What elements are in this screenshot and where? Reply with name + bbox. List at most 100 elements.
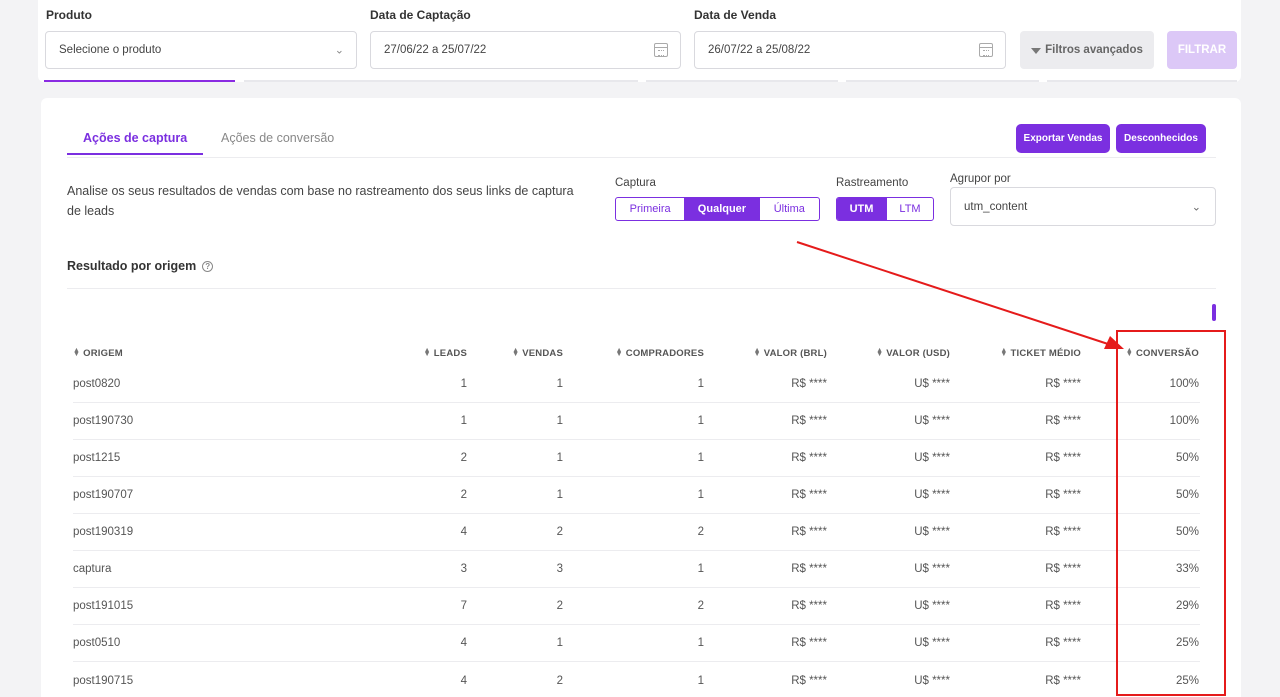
cell-vendas: 3 bbox=[556, 563, 563, 575]
column-header-valor-brl[interactable]: ▲ ▼ VALOR (BRL) bbox=[754, 340, 827, 366]
cell-valor-usd: U$ **** bbox=[914, 563, 950, 575]
advanced-filters-label: Filtros avançados bbox=[1045, 44, 1143, 56]
cell-compradores: 1 bbox=[697, 674, 704, 687]
cell-leads: 7 bbox=[460, 600, 467, 612]
column-header-compradores[interactable]: ▲ ▼ COMPRADORES bbox=[616, 340, 704, 366]
cell-vendas: 1 bbox=[556, 637, 563, 649]
column-header-valor-usd[interactable]: ▲ ▼ VALOR (USD) bbox=[876, 340, 950, 366]
cell-ticket-medio: R$ **** bbox=[1045, 637, 1081, 649]
table-row[interactable]: post190715 4 2 1 R$ **** U$ **** R$ **** 25% bbox=[73, 662, 1200, 697]
cell-leads: 4 bbox=[460, 637, 467, 649]
cell-origem: post190730 bbox=[73, 415, 134, 427]
cell-valor-brl: R$ **** bbox=[791, 415, 827, 427]
cell-compradores: 1 bbox=[697, 489, 704, 501]
cell-valor-usd: U$ **** bbox=[914, 600, 950, 612]
rastreamento-option-ltm[interactable]: LTM bbox=[887, 198, 933, 220]
table-row[interactable]: post191015 7 2 2 R$ **** U$ **** R$ **** 29% bbox=[73, 588, 1200, 625]
export-sales-button[interactable]: Exportar Vendas bbox=[1016, 124, 1110, 153]
produto-select[interactable]: Selecione o produto ⌄ bbox=[45, 31, 357, 69]
cell-valor-usd: U$ **** bbox=[914, 674, 950, 687]
venda-value: 26/07/22 a 25/08/22 bbox=[708, 44, 811, 56]
chevron-down-icon: ⌄ bbox=[334, 44, 344, 57]
captura-option-qualquer[interactable]: Qualquer bbox=[685, 198, 760, 220]
agrupor-value: utm_content bbox=[964, 200, 1028, 213]
cell-valor-usd: U$ **** bbox=[914, 637, 950, 649]
cell-compradores: 1 bbox=[697, 563, 704, 575]
table-row[interactable]: captura 3 3 1 R$ **** U$ **** R$ **** 33% bbox=[73, 551, 1200, 588]
cell-valor-brl: R$ **** bbox=[791, 452, 827, 464]
tab-acoes-conversao[interactable]: Ações de conversão bbox=[205, 123, 350, 155]
cell-ticket-medio: R$ **** bbox=[1045, 600, 1081, 612]
calendar-icon[interactable] bbox=[979, 43, 993, 57]
table-row[interactable]: post1215 2 1 1 R$ **** U$ **** R$ **** 50% bbox=[73, 440, 1200, 477]
cell-valor-brl: R$ **** bbox=[791, 637, 827, 649]
captacao-date-input[interactable]: 27/06/22 a 25/07/22 bbox=[370, 31, 681, 69]
cell-vendas: 1 bbox=[556, 489, 563, 501]
cell-ticket-medio: R$ **** bbox=[1045, 378, 1081, 390]
agrupor-label: Agrupor por bbox=[950, 173, 1011, 185]
section-divider bbox=[67, 288, 1216, 289]
cell-compradores: 1 bbox=[697, 637, 704, 649]
cell-vendas: 1 bbox=[556, 378, 563, 390]
captacao-label: Data de Captação bbox=[370, 8, 471, 22]
active-tab-indicator bbox=[44, 78, 235, 82]
unknown-button[interactable]: Desconhecidos bbox=[1116, 124, 1206, 153]
tab-indicator bbox=[244, 78, 638, 82]
captura-option-primeira[interactable]: Primeira bbox=[616, 198, 686, 220]
cell-origem: post191015 bbox=[73, 600, 134, 612]
tab-acoes-captura[interactable]: Ações de captura bbox=[67, 123, 204, 155]
filter-funnel-icon bbox=[1031, 48, 1042, 54]
cell-compradores: 2 bbox=[697, 526, 704, 538]
cell-ticket-medio: R$ **** bbox=[1045, 489, 1081, 501]
cell-vendas: 2 bbox=[556, 674, 563, 687]
table-row[interactable]: post190707 2 1 1 R$ **** U$ **** R$ **** 50% bbox=[73, 477, 1200, 514]
cell-leads: 1 bbox=[460, 378, 467, 390]
cell-valor-brl: R$ **** bbox=[791, 674, 827, 687]
agrupor-select[interactable]: utm_content ⌄ bbox=[950, 187, 1216, 226]
captacao-value: 27/06/22 a 25/07/22 bbox=[384, 44, 487, 56]
cell-compradores: 2 bbox=[697, 600, 704, 612]
cell-leads: 3 bbox=[460, 563, 467, 575]
column-header-label: VENDAS bbox=[522, 347, 563, 359]
column-header-vendas[interactable]: ▲ ▼ VENDAS bbox=[512, 340, 563, 366]
cell-compradores: 1 bbox=[697, 452, 704, 464]
cell-leads: 2 bbox=[460, 452, 467, 464]
venda-label: Data de Venda bbox=[694, 8, 777, 22]
column-header-origem[interactable]: ▲ ▼ ORIGEM bbox=[73, 340, 123, 366]
page-description: Analise os seus resultados de vendas com… bbox=[67, 184, 574, 218]
horizontal-scroll-handle[interactable] bbox=[1212, 304, 1216, 321]
cell-ticket-medio: R$ **** bbox=[1045, 674, 1081, 687]
captura-option-ultima[interactable]: Última bbox=[760, 198, 819, 220]
column-header-label: TICKET MÉDIO bbox=[1010, 347, 1081, 359]
column-header-ticket-medio[interactable]: ▲ ▼ TICKET MÉDIO bbox=[1000, 340, 1081, 366]
results-table: ▲ ▼ ORIGEM ▲ ▼ LEADS ▲ ▼ VENDAS ▲ ▼ COMPRADORES … bbox=[73, 340, 1200, 697]
cell-compradores: 1 bbox=[697, 415, 704, 427]
table-row[interactable]: post0510 4 1 1 R$ **** U$ **** R$ **** 25% bbox=[73, 625, 1200, 662]
cell-leads: 4 bbox=[460, 674, 467, 687]
cell-valor-usd: U$ **** bbox=[914, 489, 950, 501]
cell-ticket-medio: R$ **** bbox=[1045, 563, 1081, 575]
cell-origem: post0820 bbox=[73, 378, 121, 390]
cell-leads: 1 bbox=[460, 415, 467, 427]
rastreamento-option-utm[interactable]: UTM bbox=[837, 198, 887, 220]
table-header: ▲ ▼ ORIGEM ▲ ▼ LEADS ▲ ▼ VENDAS ▲ ▼ COMPRADORES … bbox=[73, 340, 1200, 366]
calendar-icon[interactable] bbox=[654, 43, 668, 57]
table-row[interactable]: post0820 1 1 1 R$ **** U$ **** R$ **** 100% bbox=[73, 366, 1200, 403]
help-icon[interactable]: ? bbox=[202, 260, 214, 272]
cell-ticket-medio: R$ **** bbox=[1045, 526, 1081, 538]
cell-vendas: 2 bbox=[556, 600, 563, 612]
sort-icon: ▲ ▼ bbox=[615, 347, 623, 358]
column-header-leads[interactable]: ▲ ▼ LEADS bbox=[424, 340, 467, 366]
cell-valor-brl: R$ **** bbox=[791, 563, 827, 575]
annotation-highlight-box bbox=[1116, 330, 1226, 696]
table-row[interactable]: post190730 1 1 1 R$ **** U$ **** R$ **** 100% bbox=[73, 403, 1200, 440]
cell-valor-brl: R$ **** bbox=[791, 378, 827, 390]
sort-icon: ▲ ▼ bbox=[73, 347, 81, 358]
cell-vendas: 1 bbox=[556, 415, 563, 427]
filter-button[interactable]: FILTRAR bbox=[1167, 31, 1237, 69]
advanced-filters-button[interactable]: Filtros avançados bbox=[1020, 31, 1154, 69]
venda-date-input[interactable]: 26/07/22 a 25/08/22 bbox=[694, 31, 1006, 69]
column-header-label: ORIGEM bbox=[83, 347, 123, 359]
cell-origem: post190715 bbox=[73, 674, 134, 687]
table-row[interactable]: post190319 4 2 2 R$ **** U$ **** R$ **** 50% bbox=[73, 514, 1200, 551]
